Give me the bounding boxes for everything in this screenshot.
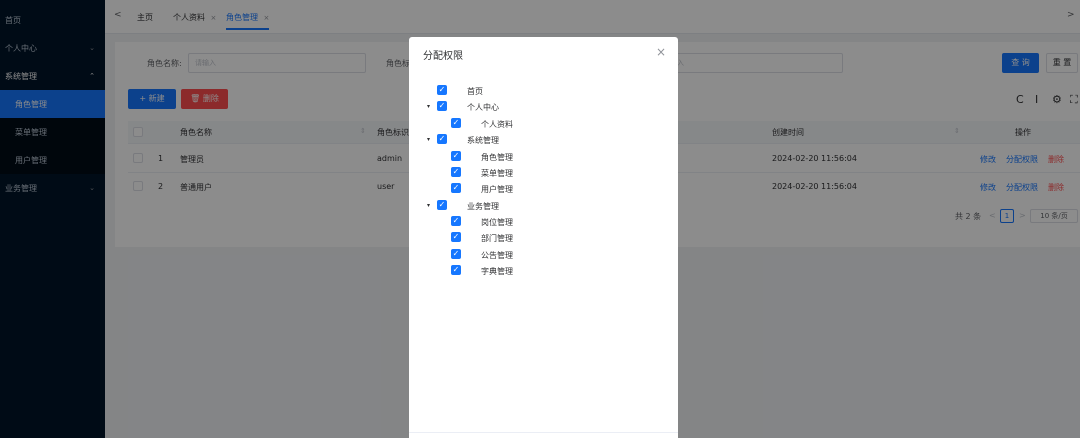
tree-checkbox-post-management[interactable]: ✓ bbox=[451, 216, 461, 226]
dialog-footer-divider bbox=[409, 432, 678, 438]
tree-checkbox-role-management[interactable]: ✓ bbox=[451, 151, 461, 161]
expand-caret-icon[interactable]: ▾ bbox=[427, 136, 430, 143]
tree-node-label[interactable]: 菜单管理 bbox=[481, 168, 513, 179]
tree-node-label[interactable]: 用户管理 bbox=[481, 184, 513, 195]
expand-caret-icon[interactable]: ▾ bbox=[427, 202, 430, 209]
tree-node-label[interactable]: 系统管理 bbox=[467, 135, 499, 146]
tree-node-label[interactable]: 个人中心 bbox=[467, 102, 499, 113]
tree-checkbox-notice-management[interactable]: ✓ bbox=[451, 249, 461, 259]
tree-checkbox-profile[interactable]: ✓ bbox=[451, 118, 461, 128]
tree-checkbox-personal-center[interactable]: ✓ bbox=[437, 101, 447, 111]
tree-node-label[interactable]: 部门管理 bbox=[481, 233, 513, 244]
tree-checkbox-menu-management[interactable]: ✓ bbox=[451, 167, 461, 177]
tree-checkbox-home[interactable]: ✓ bbox=[437, 85, 447, 95]
tree-node-label[interactable]: 个人资料 bbox=[481, 119, 513, 130]
tree-checkbox-business-management[interactable]: ✓ bbox=[437, 200, 447, 210]
tree-checkbox-system-management[interactable]: ✓ bbox=[437, 134, 447, 144]
tree-node-label[interactable]: 公告管理 bbox=[481, 250, 513, 261]
tree-checkbox-user-management[interactable]: ✓ bbox=[451, 183, 461, 193]
tree-node-label[interactable]: 角色管理 bbox=[481, 152, 513, 163]
close-icon[interactable]: × bbox=[656, 45, 666, 59]
assign-permission-dialog: 分配权限 × ✓ 首页 ▾ ✓ 个人中心 ✓ 个人资料 ▾ ✓ 系统管理 ✓ 角… bbox=[409, 37, 678, 438]
tree-node-label[interactable]: 首页 bbox=[467, 86, 483, 97]
tree-node-label[interactable]: 业务管理 bbox=[467, 201, 499, 212]
expand-caret-icon[interactable]: ▾ bbox=[427, 103, 430, 110]
tree-checkbox-dictionary-management[interactable]: ✓ bbox=[451, 265, 461, 275]
tree-node-label[interactable]: 岗位管理 bbox=[481, 217, 513, 228]
dialog-title: 分配权限 bbox=[423, 51, 463, 62]
tree-node-label[interactable]: 字典管理 bbox=[481, 266, 513, 277]
tree-checkbox-department-management[interactable]: ✓ bbox=[451, 232, 461, 242]
